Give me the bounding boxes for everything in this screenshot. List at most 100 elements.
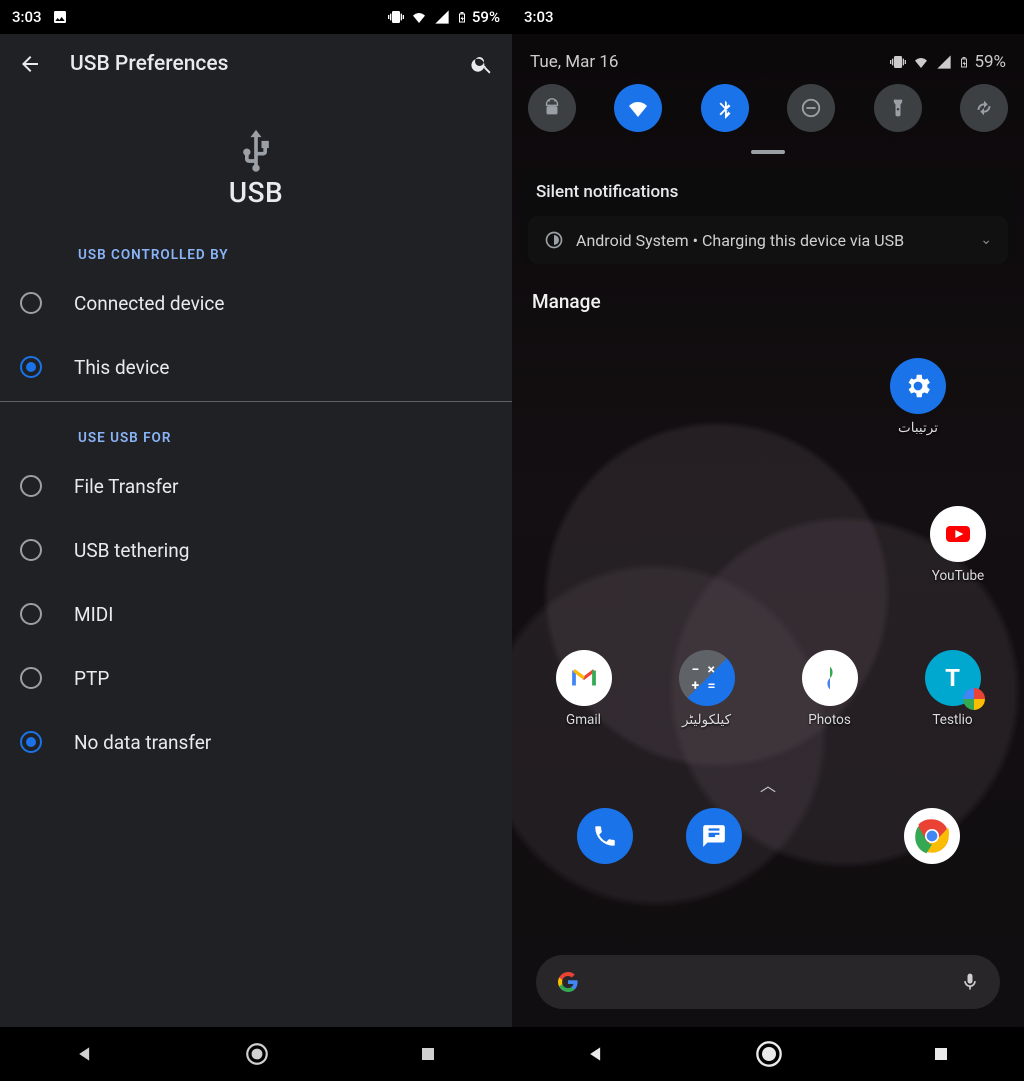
radio-usb-tethering[interactable]: USB tethering — [0, 518, 512, 582]
app-label: Testlio — [932, 712, 972, 728]
signal-icon — [936, 54, 952, 70]
radio-icon — [20, 539, 42, 561]
nav-recent-icon[interactable] — [932, 1045, 950, 1063]
wifi-icon — [912, 54, 930, 70]
vibrate-icon — [388, 9, 404, 25]
battery-percent: 59% — [472, 8, 500, 26]
qs-dnd[interactable] — [787, 84, 835, 132]
nav-back-icon[interactable] — [586, 1044, 606, 1064]
radio-label: MIDI — [74, 603, 113, 626]
hero: USB — [0, 94, 512, 219]
qs-bluetooth[interactable] — [701, 84, 749, 132]
battery-status: 59% — [958, 52, 1006, 72]
radio-ptp[interactable]: PTP — [0, 646, 512, 710]
radio-label: USB tethering — [74, 539, 189, 562]
dock-messages[interactable] — [664, 808, 764, 864]
search-bar[interactable] — [536, 955, 1000, 1009]
nav-home-icon[interactable] — [755, 1040, 783, 1068]
nav-bar — [0, 1027, 512, 1081]
dock-phone[interactable] — [555, 808, 655, 864]
app-label: Gmail — [566, 712, 601, 728]
shade-date-row: Tue, Mar 16 59% — [512, 34, 1024, 78]
notification-item[interactable]: Android System • Charging this device vi… — [528, 216, 1008, 264]
wifi-icon — [410, 9, 428, 25]
radio-this-device[interactable]: This device — [0, 335, 512, 399]
radio-midi[interactable]: MIDI — [0, 582, 512, 646]
testlio-icon: T — [925, 650, 981, 706]
chrome-icon — [904, 808, 960, 864]
vibrate-icon — [890, 54, 906, 70]
app-label: YouTube — [932, 568, 984, 584]
radio-icon — [20, 731, 42, 753]
radio-icon — [20, 292, 42, 314]
back-icon[interactable] — [18, 52, 42, 76]
app-gmail[interactable]: Gmail — [534, 650, 634, 728]
phone-icon — [577, 808, 633, 864]
usb-icon — [234, 124, 278, 176]
settings-icon — [890, 358, 946, 414]
status-bar: 3:03 59% — [0, 0, 512, 34]
status-bar: 3:03 — [512, 0, 1024, 34]
quick-settings — [512, 78, 1024, 142]
radio-icon — [20, 475, 42, 497]
hero-label: USB — [229, 176, 283, 209]
radio-connected-device[interactable]: Connected device — [0, 271, 512, 335]
radio-label: File Transfer — [74, 475, 178, 498]
phone-settings: 3:03 59% USB Preferences USB USB — [0, 0, 512, 1081]
silent-panel: Silent notifications Android System • Ch… — [520, 168, 1016, 264]
phone-home: ترتیبات YouTube Gmail −×+= — [512, 0, 1024, 1081]
status-time: 3:03 — [524, 8, 554, 26]
app-bar: USB Preferences — [0, 34, 512, 94]
shade-handle[interactable] — [751, 150, 785, 154]
app-testlio[interactable]: T Testlio — [903, 650, 1003, 728]
radio-label: Connected device — [74, 292, 224, 315]
nav-bar — [512, 1027, 1024, 1081]
page-title: USB Preferences — [70, 52, 442, 76]
notification-shade: 3:03 Tue, Mar 16 59% Si — [512, 0, 1024, 331]
chevron-up-icon[interactable]: ︿ — [760, 772, 776, 796]
silent-header: Silent notifications — [520, 168, 1016, 216]
qs-wifi[interactable] — [614, 84, 662, 132]
nav-recent-icon[interactable] — [419, 1045, 437, 1063]
qs-rotate[interactable] — [960, 84, 1008, 132]
manage-button[interactable]: Manage — [512, 272, 1024, 331]
noti-text: Android System • Charging this device vi… — [576, 231, 904, 250]
section-label: USB CONTROLLED BY — [0, 247, 512, 271]
radio-no-data-transfer[interactable]: No data transfer — [0, 710, 512, 774]
section-controlled-by: USB CONTROLLED BY Connected device This … — [0, 219, 512, 399]
messages-icon — [686, 808, 742, 864]
google-g-icon — [556, 970, 580, 994]
app-label: Photos — [808, 712, 851, 728]
section-label: USE USB FOR — [0, 430, 512, 454]
radio-file-transfer[interactable]: File Transfer — [0, 454, 512, 518]
chevron-down-icon[interactable]: ⌄ — [980, 232, 992, 248]
android-system-icon — [544, 230, 564, 250]
radio-label: No data transfer — [74, 731, 211, 754]
app-label: کیلکولیٹر — [682, 712, 731, 728]
shade-date: Tue, Mar 16 — [530, 52, 618, 72]
radio-icon — [20, 356, 42, 378]
photos-icon — [802, 650, 858, 706]
app-calculator[interactable]: −×+= کیلکولیٹر — [657, 650, 757, 728]
nav-back-icon[interactable] — [75, 1044, 95, 1064]
qs-flashlight[interactable] — [874, 84, 922, 132]
calculator-icon: −×+= — [679, 650, 735, 706]
battery-percent: 59% — [974, 52, 1006, 72]
status-time: 3:03 — [12, 8, 42, 26]
gallery-icon — [52, 9, 68, 25]
gmail-icon — [556, 650, 612, 706]
app-youtube[interactable]: YouTube — [908, 506, 1008, 584]
app-photos[interactable]: Photos — [780, 650, 880, 728]
battery-status: 59% — [456, 8, 500, 26]
qs-android[interactable] — [528, 84, 576, 132]
nav-home-icon[interactable] — [244, 1041, 270, 1067]
search-icon[interactable] — [470, 52, 494, 76]
mic-icon[interactable] — [960, 972, 980, 992]
radio-label: This device — [74, 356, 169, 379]
radio-icon — [20, 667, 42, 689]
section-use-for: USE USB FOR File Transfer USB tethering … — [0, 402, 512, 774]
app-settings[interactable]: ترتیبات — [868, 358, 968, 436]
dock-chrome[interactable] — [882, 808, 982, 864]
radio-icon — [20, 603, 42, 625]
app-label: ترتیبات — [898, 420, 938, 436]
